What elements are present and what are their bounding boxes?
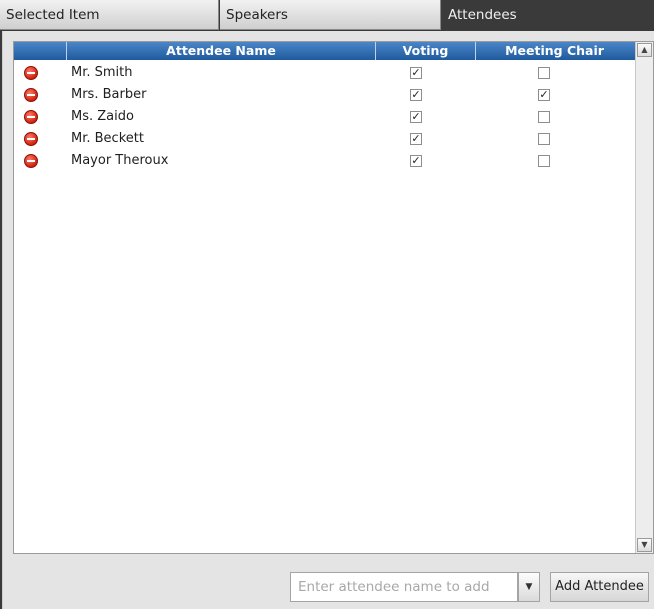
- attendees-panel: Attendee Name Voting Meeting Chair Mr. S…: [2, 31, 654, 609]
- table-row[interactable]: Mayor Theroux ✓: [14, 150, 635, 172]
- attendee-name: Mrs. Barber: [71, 87, 147, 102]
- header-remove-column: [14, 42, 67, 60]
- tab-attendees[interactable]: Attendees: [442, 0, 654, 30]
- remove-icon[interactable]: [24, 88, 38, 102]
- meeting-chair-checkbox[interactable]: [538, 111, 550, 123]
- meeting-chair-checkbox[interactable]: [538, 155, 550, 167]
- table-row[interactable]: Mrs. Barber ✓ ✓: [14, 84, 635, 106]
- grid-header: Attendee Name Voting Meeting Chair: [14, 42, 635, 60]
- table-row[interactable]: Mr. Beckett ✓: [14, 128, 635, 150]
- grid-rows: Mr. Smith ✓ Mrs. Barber ✓ ✓ Ms. Zaido ✓ …: [14, 62, 635, 172]
- header-meeting-chair[interactable]: Meeting Chair: [476, 42, 633, 60]
- meeting-chair-checkbox[interactable]: [538, 133, 550, 145]
- add-attendee-button[interactable]: Add Attendee: [550, 572, 649, 602]
- voting-checkbox[interactable]: ✓: [410, 111, 422, 123]
- meeting-chair-checkbox[interactable]: ✓: [538, 89, 550, 101]
- attendee-grid: Attendee Name Voting Meeting Chair Mr. S…: [13, 41, 654, 554]
- attendee-name: Ms. Zaido: [71, 109, 134, 124]
- meeting-chair-checkbox[interactable]: [538, 67, 550, 79]
- chevron-down-icon[interactable]: ▼: [518, 572, 540, 602]
- remove-icon[interactable]: [24, 132, 38, 146]
- remove-icon[interactable]: [24, 154, 38, 168]
- attendee-name: Mr. Beckett: [71, 131, 144, 146]
- voting-checkbox[interactable]: ✓: [410, 67, 422, 79]
- chevron-up-icon[interactable]: ▲: [637, 43, 652, 57]
- tab-selected-item[interactable]: Selected Item: [0, 0, 219, 30]
- remove-icon[interactable]: [24, 66, 38, 80]
- attendee-name: Mr. Smith: [71, 65, 133, 80]
- attendee-name: Mayor Theroux: [71, 153, 169, 168]
- voting-checkbox[interactable]: ✓: [410, 133, 422, 145]
- remove-icon[interactable]: [24, 110, 38, 124]
- table-row[interactable]: Ms. Zaido ✓: [14, 106, 635, 128]
- attendee-name-input[interactable]: [290, 572, 518, 602]
- header-voting[interactable]: Voting: [376, 42, 476, 60]
- voting-checkbox[interactable]: ✓: [410, 89, 422, 101]
- table-row[interactable]: Mr. Smith ✓: [14, 62, 635, 84]
- chevron-down-icon[interactable]: ▼: [637, 538, 652, 552]
- header-attendee-name[interactable]: Attendee Name: [67, 42, 376, 60]
- vertical-scrollbar[interactable]: ▲ ▼: [635, 42, 653, 553]
- tab-bar: Selected Item Speakers Attendees: [0, 0, 654, 31]
- tab-speakers[interactable]: Speakers: [220, 0, 441, 30]
- voting-checkbox[interactable]: ✓: [410, 155, 422, 167]
